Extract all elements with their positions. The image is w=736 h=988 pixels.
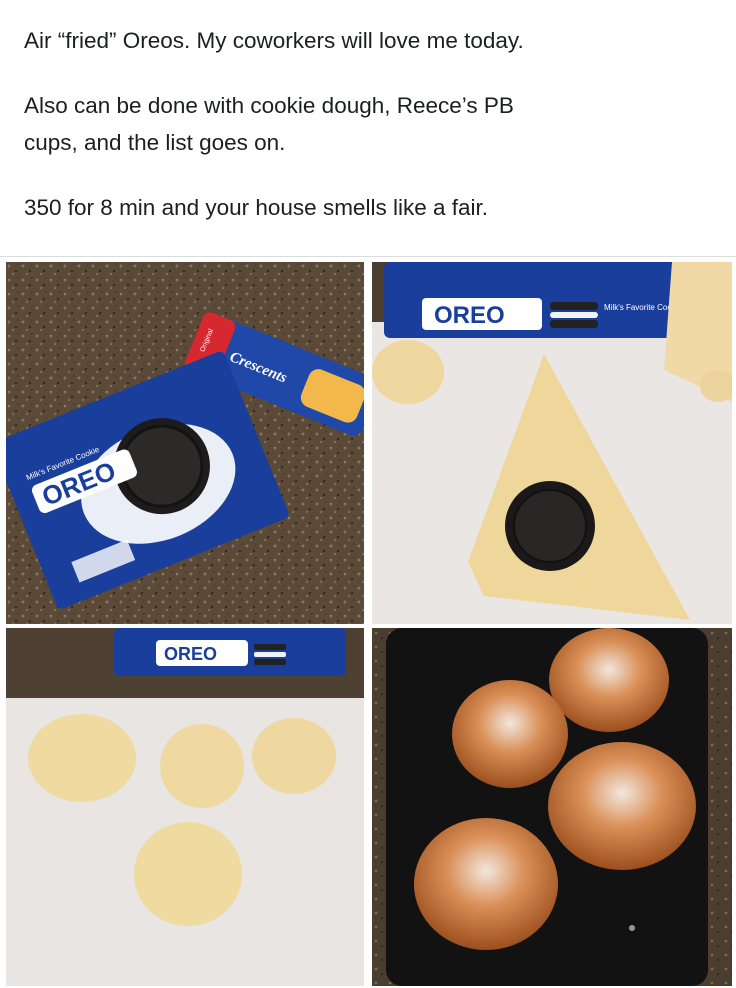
oreo-package: OREO [114,628,346,676]
oreo-package: OREO Milk's Favorite Cookie [384,262,696,338]
photo-wrapping[interactable]: OREO Milk's Favorite Cookie [372,262,732,624]
post-line-1: Air “fried” Oreos. My coworkers will lov… [24,28,524,53]
divider [0,256,736,257]
post-text: Air “fried” Oreos. My coworkers will lov… [24,22,714,226]
imgflip-watermark: imgflip.com [8,971,59,982]
photo-dough-balls[interactable]: OREO [6,628,364,986]
oreo-brand-text-3: OREO [164,644,217,664]
post-line-2a: Also can be done with cookie dough, Reec… [24,93,514,118]
post-line-2b: cups, and the list goes on. [24,130,286,155]
post-line-3: 350 for 8 min and your house smells like… [24,195,488,220]
photo-finished[interactable] [372,628,732,986]
oreo-brand-text-2: OREO [434,302,505,329]
photo-ingredients[interactable]: Crescents Original OREO Milk's Favorite … [6,262,364,624]
